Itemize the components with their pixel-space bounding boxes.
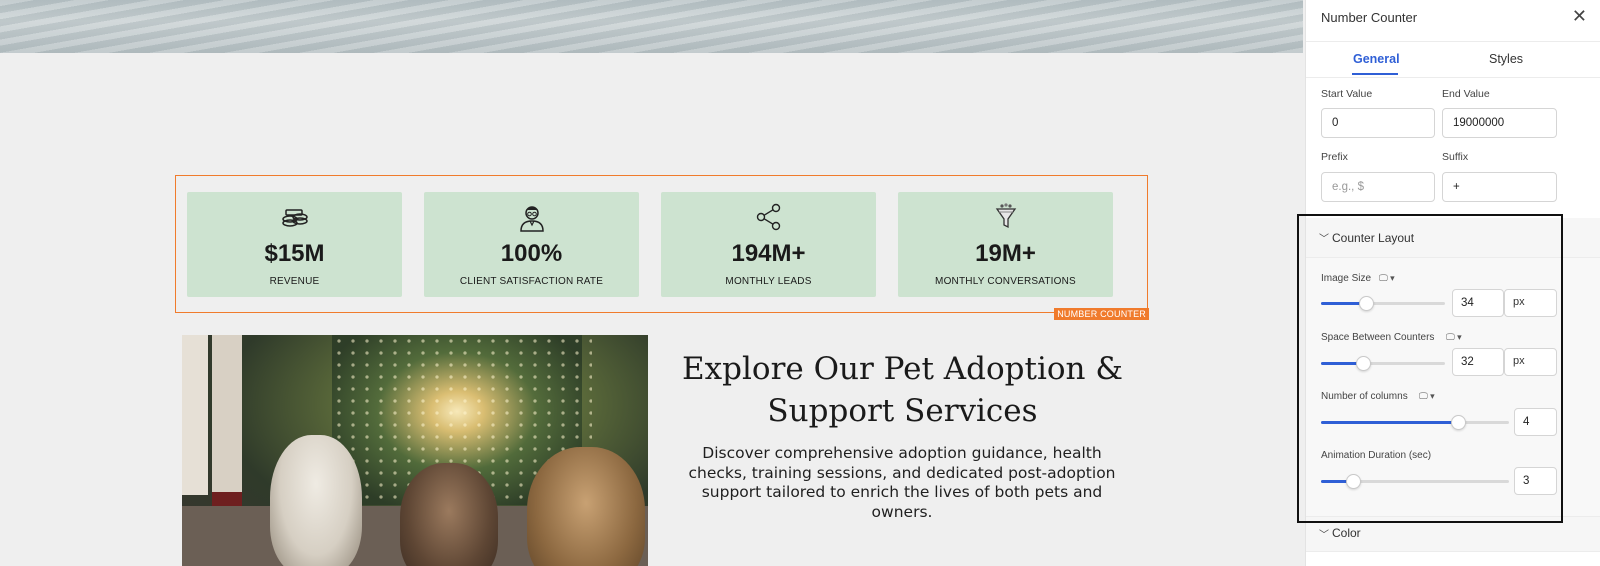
section-heading: Explore Our Pet Adoption & Support Servi… — [682, 351, 1123, 429]
counter-label: CLIENT SATISFACTION RATE — [459, 276, 604, 287]
end-value-label: End Value — [1442, 88, 1490, 100]
slider-thumb[interactable] — [1346, 474, 1361, 489]
divider — [1306, 77, 1600, 78]
image-size-label: Image Size — [1321, 273, 1372, 284]
counter-card-revenue[interactable]: $15M REVENUE — [187, 192, 402, 297]
space-between-input[interactable] — [1452, 348, 1504, 376]
active-tab-indicator — [1352, 73, 1398, 75]
close-icon[interactable]: ✕ — [1572, 6, 1587, 27]
dog-white — [270, 435, 362, 566]
editor-canvas: $15M REVENUE 100% CLIENT SATISFACTION RA… — [0, 0, 1303, 566]
suffix-input[interactable] — [1442, 172, 1557, 202]
space-between-unit-select[interactable]: px — [1504, 348, 1557, 376]
section-title: Color — [1332, 526, 1361, 540]
stocking-image — [182, 335, 208, 495]
counter-card-satisfaction[interactable]: 100% CLIENT SATISFACTION RATE — [424, 192, 639, 297]
start-value-label: Start Value — [1321, 88, 1373, 100]
prefix-input[interactable] — [1321, 172, 1435, 202]
section-title: Counter Layout — [1332, 231, 1415, 245]
end-value-input[interactable] — [1442, 108, 1557, 138]
dog-brown — [400, 463, 498, 566]
counter-value: $15M — [264, 240, 325, 267]
panel-header: Number Counter ✕ — [1306, 0, 1600, 42]
number-counter-widget[interactable]: $15M REVENUE 100% CLIENT SATISFACTION RA… — [175, 175, 1149, 320]
columns-label: Number of columns — [1321, 391, 1408, 402]
tab-styles[interactable]: Styles — [1489, 52, 1523, 66]
stocking-image — [212, 335, 242, 520]
animation-duration-input[interactable] — [1514, 467, 1557, 495]
slider-thumb[interactable] — [1359, 296, 1374, 311]
section-description: Discover comprehensive adoption guidance… — [688, 444, 1116, 521]
space-between-label: Space Between Counters — [1321, 332, 1435, 343]
slider-fill — [1321, 421, 1458, 424]
counter-layout-section: ﹀ Counter Layout Image Size 🖵 ▾ px Space… — [1306, 218, 1600, 520]
chevron-down-icon: ﹀ — [1319, 234, 1329, 245]
slider-thumb[interactable] — [1356, 356, 1371, 371]
user-glasses-icon — [519, 206, 544, 232]
suffix-label: Suffix — [1442, 151, 1469, 163]
tab-general[interactable]: General — [1353, 52, 1400, 66]
counter-label: MONTHLY CONVERSATIONS — [935, 276, 1076, 287]
dogs-photo[interactable] — [182, 335, 648, 566]
columns-slider[interactable] — [1321, 415, 1509, 430]
panel-tabs: General Styles — [1306, 43, 1600, 77]
color-section-header[interactable]: ﹀ Color — [1306, 516, 1600, 552]
funnel-icon — [995, 203, 1016, 229]
share-icon — [756, 203, 780, 231]
counter-value: 19M+ — [975, 240, 1036, 267]
desktop-device-icon[interactable]: 🖵 ▾ — [1379, 273, 1395, 284]
counter-label: MONTHLY LEADS — [725, 276, 812, 287]
counter-card-leads[interactable]: 194M+ MONTHLY LEADS — [661, 192, 876, 297]
space-between-slider[interactable] — [1321, 356, 1445, 371]
counter-value: 194M+ — [731, 240, 806, 267]
money-stack-icon — [281, 209, 308, 227]
columns-input[interactable] — [1514, 408, 1557, 436]
start-value-input[interactable] — [1321, 108, 1435, 138]
prefix-label: Prefix — [1321, 151, 1348, 163]
image-size-slider[interactable] — [1321, 296, 1445, 311]
slider-thumb[interactable] — [1451, 415, 1466, 430]
image-size-input[interactable] — [1452, 289, 1504, 317]
counter-layout-body: Image Size 🖵 ▾ px Space Between Counters… — [1306, 258, 1600, 520]
counter-layout-header[interactable]: ﹀ Counter Layout — [1306, 218, 1600, 258]
counter-label: REVENUE — [269, 276, 320, 287]
desktop-device-icon[interactable]: 🖵 ▾ — [1446, 332, 1462, 343]
image-size-unit-select[interactable]: px — [1504, 289, 1557, 317]
desktop-device-icon[interactable]: 🖵 ▾ — [1419, 391, 1435, 402]
hero-image-strip — [0, 0, 1303, 53]
animation-duration-label: Animation Duration (sec) — [1321, 450, 1432, 461]
counter-card-conversations[interactable]: 19M+ MONTHLY CONVERSATIONS — [898, 192, 1113, 297]
element-type-tag: NUMBER COUNTER — [1054, 308, 1149, 320]
animation-duration-slider[interactable] — [1321, 474, 1509, 489]
chevron-down-icon: ﹀ — [1319, 530, 1329, 541]
settings-panel: Number Counter ✕ General Styles Start Va… — [1305, 0, 1600, 566]
dog-golden — [527, 447, 645, 566]
panel-title: Number Counter — [1321, 10, 1418, 25]
counter-value: 100% — [500, 240, 563, 267]
